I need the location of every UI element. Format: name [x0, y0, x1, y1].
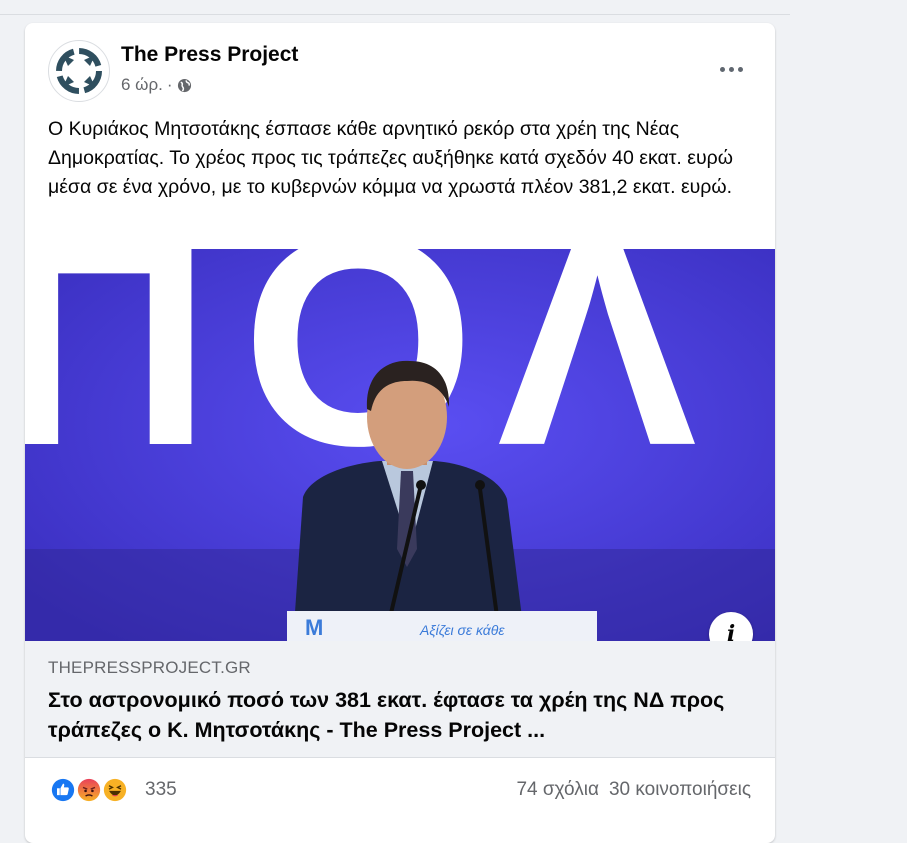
meta-separator: ·	[166, 75, 173, 94]
globe-icon[interactable]	[177, 78, 192, 93]
reactions-bar: 335 74 σχόλια 30 κοινοποιήσεις	[25, 758, 775, 818]
link-domain: THEPRESSPROJECT.GR	[48, 658, 251, 677]
angry-icon	[75, 776, 103, 804]
link-title[interactable]: Στο αστρονομικό ποσό των 381 εκατ. έφτασ…	[48, 685, 753, 745]
previous-post-edge	[0, 0, 790, 15]
reaction-icons[interactable]	[49, 776, 139, 806]
reaction-count[interactable]: 335	[145, 779, 177, 801]
link-preview-meta[interactable]: THEPRESSPROJECT.GR Στο αστρονομικό ποσό …	[25, 641, 775, 758]
page-avatar[interactable]	[48, 40, 110, 102]
post-timestamp[interactable]: 6 ώρ.	[121, 75, 163, 95]
more-dot-icon	[728, 66, 734, 72]
press-project-logo-icon	[56, 48, 102, 94]
like-icon	[49, 776, 77, 804]
podium-slogan: Αξίζει σε κάθε	[419, 622, 505, 638]
speaker-photo: ΠΟΛ M Αξίζει σε κάθε	[25, 249, 775, 641]
page-name-link[interactable]: The Press Project	[121, 43, 298, 67]
post-text: Ο Κυριάκος Μητσοτάκης έσπασε κάθε αρνητι…	[48, 118, 733, 198]
more-options-button[interactable]	[711, 51, 751, 87]
link-preview-image[interactable]: ΠΟΛ M Αξίζει σε κάθε i	[25, 249, 775, 641]
post-meta: 6 ώρ. ·	[121, 75, 192, 95]
shares-count[interactable]: 30 κοινοποιήσεις	[609, 779, 751, 801]
more-dot-icon	[719, 66, 725, 72]
post-card: The Press Project 6 ώρ. · Ο Κυριάκος Μητ…	[25, 23, 775, 843]
svg-text:M: M	[305, 615, 323, 640]
more-dot-icon	[737, 66, 743, 72]
comments-count[interactable]: 74 σχόλια	[516, 779, 599, 801]
haha-icon	[101, 776, 129, 804]
engagement-counts: 74 σχόλια 30 κοινοποιήσεις	[516, 779, 751, 801]
